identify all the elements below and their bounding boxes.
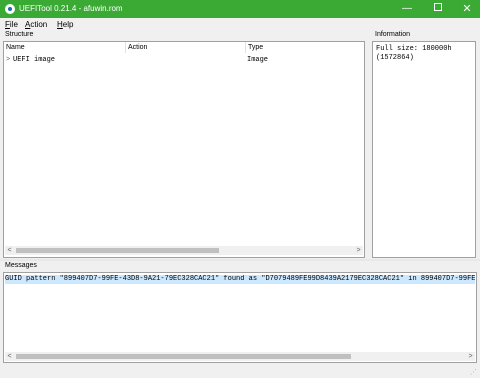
scroll-left-arrow-icon[interactable]: < — [5, 352, 14, 361]
column-header-name[interactable]: Name — [4, 42, 126, 53]
column-header-action[interactable]: Action — [126, 42, 246, 53]
scroll-thumb[interactable] — [16, 248, 219, 253]
expand-arrow-icon[interactable]: > — [6, 55, 10, 66]
messages-list[interactable]: GUID pattern "899407D7-99FE-43D8-9A21-79… — [3, 272, 477, 363]
menu-file-label: ile — [9, 20, 18, 29]
tree-row-uefi-image[interactable]: > UEFI image Image — [4, 55, 364, 66]
tree-row-type: Image — [247, 56, 269, 64]
menu-help[interactable]: Help — [57, 20, 73, 29]
information-group-label: Information — [375, 31, 411, 38]
message-row[interactable]: GUID pattern "899407D7-99FE-43D8-9A21-79… — [5, 275, 475, 284]
maximize-icon — [434, 3, 442, 12]
messages-horizontal-scrollbar[interactable]: < > — [5, 352, 475, 361]
scroll-left-arrow-icon[interactable]: < — [5, 246, 14, 255]
structure-horizontal-scrollbar[interactable]: < > — [5, 246, 363, 255]
structure-tree[interactable]: Name Action Type > UEFI image Image < > — [3, 41, 365, 258]
close-button[interactable]: ✕ — [454, 0, 480, 18]
scroll-thumb[interactable] — [16, 354, 351, 359]
resize-grip-icon[interactable]: ⋰ — [470, 368, 479, 377]
messages-group-label: Messages — [5, 262, 37, 269]
horizontal-splitter[interactable] — [0, 259, 480, 261]
menu-action-label: ction — [30, 20, 48, 29]
scroll-right-arrow-icon[interactable]: > — [354, 246, 363, 255]
structure-group-label: Structure — [5, 31, 34, 38]
menu-action[interactable]: Action — [25, 20, 47, 29]
minimize-button[interactable]: — — [394, 0, 420, 18]
title-bar: UEFITool 0.21.4 - afuwin.rom — ✕ — [0, 0, 480, 18]
menu-help-label: elp — [62, 20, 74, 29]
uefitool-app-icon — [5, 4, 15, 14]
window-title: UEFITool 0.21.4 - afuwin.rom — [19, 4, 123, 13]
menu-file[interactable]: File — [5, 20, 18, 29]
information-panel[interactable]: Full size: 180000h (1572864) — [372, 41, 476, 258]
information-text: Full size: 180000h (1572864) — [376, 45, 452, 62]
menu-bar: File Action Help — [0, 18, 480, 30]
maximize-button[interactable] — [425, 0, 451, 18]
column-header-type[interactable]: Type — [246, 42, 364, 53]
scroll-right-arrow-icon[interactable]: > — [466, 352, 475, 361]
tree-row-name: UEFI image — [13, 56, 56, 64]
